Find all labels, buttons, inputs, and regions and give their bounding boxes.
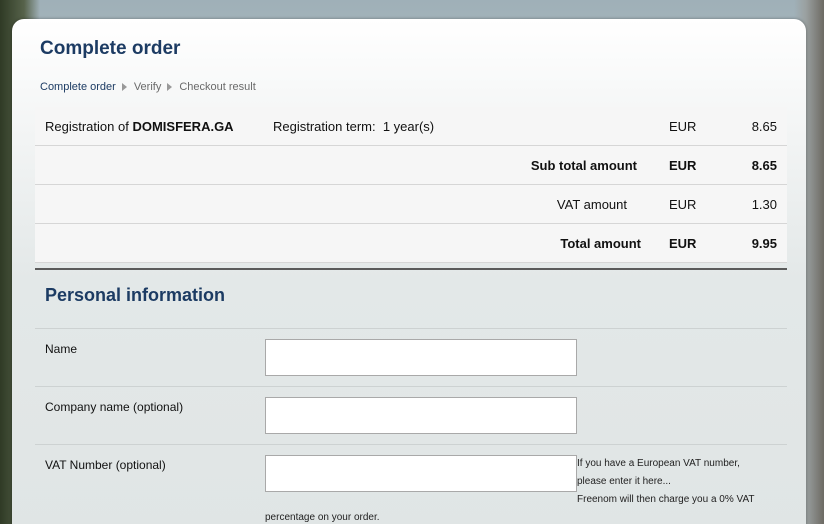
domain-name: DOMISFERA.GA <box>132 118 234 134</box>
total-amount: 9.95 <box>751 235 777 251</box>
breadcrumb: Complete order Verify Checkout result <box>40 81 256 93</box>
form-divider <box>35 328 787 329</box>
registration-term: Registration term: 1 year(s) <box>273 118 435 134</box>
vat-number-label: VAT Number (optional) <box>45 458 166 472</box>
form-divider <box>35 444 787 445</box>
breadcrumb-arrow-icon <box>167 83 173 91</box>
table-bottom-rule <box>35 268 787 270</box>
name-label: Name <box>45 342 78 356</box>
personal-info-title: Personal information <box>45 285 226 305</box>
item-currency: EUR <box>669 118 697 134</box>
name-input[interactable] <box>265 339 577 376</box>
item-amount: 8.65 <box>751 118 777 134</box>
total-row: Total amount EUR 9.95 <box>35 224 787 263</box>
subtotal-row: Sub total amount EUR 8.65 <box>35 146 787 185</box>
company-input[interactable] <box>265 397 577 434</box>
vat-label: VAT amount <box>556 196 627 212</box>
vat-amount: 1.30 <box>751 196 777 212</box>
vat-row: VAT amount EUR 1.30 <box>35 185 787 224</box>
item-description: Registration of DOMISFERA.GA <box>45 118 234 134</box>
total-currency: EUR <box>669 235 697 251</box>
page-title: Complete order <box>40 38 181 59</box>
breadcrumb-complete-order[interactable]: Complete order <box>40 81 116 93</box>
vat-number-input[interactable] <box>265 455 577 492</box>
vat-help-text: If you have a European VAT number, pleas… <box>577 458 755 505</box>
checkout-panel: Complete order Complete order Verify Che… <box>12 19 806 524</box>
order-item-row: Registration of DOMISFERA.GA Registratio… <box>35 107 787 146</box>
company-label: Company name (optional) <box>45 400 184 414</box>
breadcrumb-arrow-icon <box>121 83 127 91</box>
subtotal-amount: 8.65 <box>751 157 777 173</box>
order-summary-table: Registration of DOMISFERA.GA Registratio… <box>35 107 787 263</box>
vat-help-text-continued: percentage on your order. <box>265 512 380 523</box>
form-divider <box>35 386 787 387</box>
vat-currency: EUR <box>669 196 697 212</box>
total-label: Total amount <box>560 235 641 251</box>
breadcrumb-checkout-result: Checkout result <box>179 81 256 93</box>
subtotal-currency: EUR <box>669 157 697 173</box>
breadcrumb-verify: Verify <box>133 81 162 93</box>
subtotal-label: Sub total amount <box>530 157 637 173</box>
